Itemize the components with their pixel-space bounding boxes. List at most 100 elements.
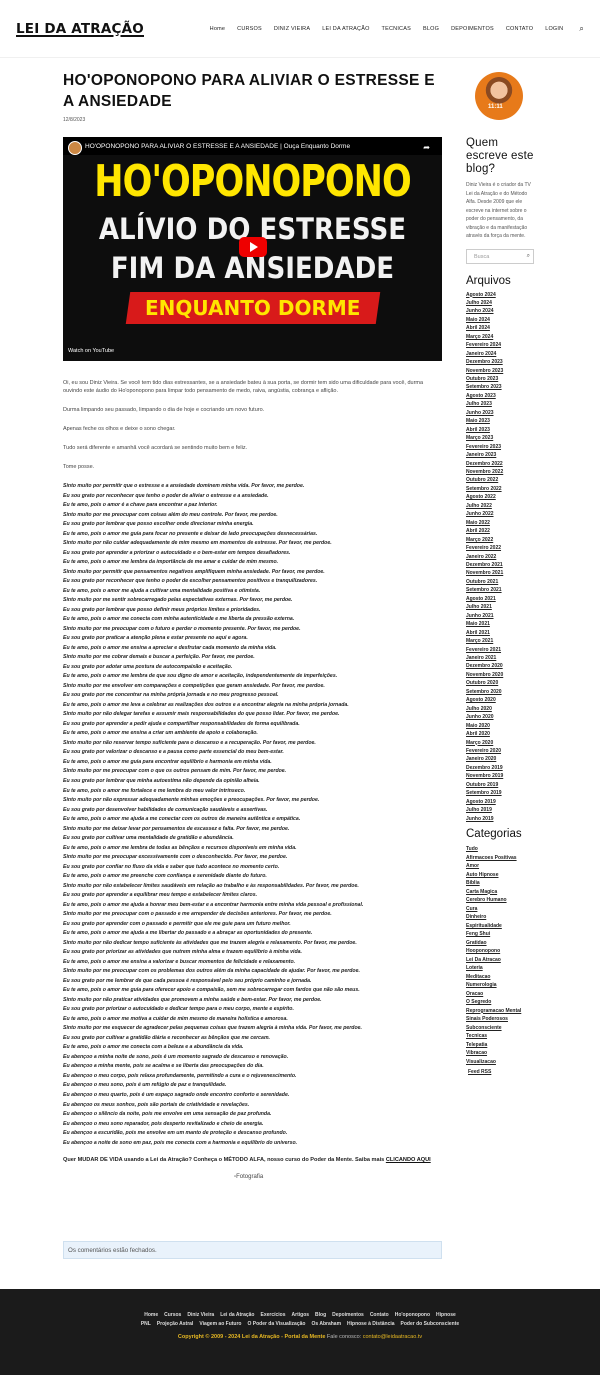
archive-link[interactable]: Agosto 2022: [466, 493, 534, 501]
footer-link[interactable]: Cursos: [164, 1312, 181, 1318]
archive-link[interactable]: Fevereiro 2024: [466, 341, 534, 349]
archive-link[interactable]: Setembro 2022: [466, 485, 534, 493]
footer-link[interactable]: Hipnose à Distância: [347, 1321, 395, 1327]
contact-email-link[interactable]: contato@leidaatracao.tv: [363, 1334, 422, 1340]
category-link[interactable]: Bíblia: [466, 879, 534, 888]
footer-link[interactable]: Lei da Atração: [220, 1312, 254, 1318]
archive-link[interactable]: Dezembro 2020: [466, 662, 534, 670]
nav-tecnicas[interactable]: TECNICAS: [382, 26, 411, 32]
category-link[interactable]: Vibracao: [466, 1049, 534, 1058]
archive-link[interactable]: Outubro 2019: [466, 781, 534, 789]
category-link[interactable]: Gratidao: [466, 939, 534, 948]
category-link[interactable]: Reprogramacao Mental: [466, 1007, 534, 1016]
sidebar-search-input[interactable]: Busca ⌕: [466, 248, 534, 264]
nav-lei-da-atracao[interactable]: LEI DA ATRAÇÃO: [322, 26, 369, 32]
footer-link[interactable]: O Poder da Visualização: [247, 1321, 305, 1327]
nav-contato[interactable]: CONTATO: [506, 26, 533, 32]
archive-link[interactable]: Junho 2024: [466, 307, 534, 315]
archive-link[interactable]: Junho 2022: [466, 510, 534, 518]
archive-link[interactable]: Julho 2021: [466, 603, 534, 611]
archive-link[interactable]: Março 2021: [466, 637, 534, 645]
category-link[interactable]: Espiritualidade: [466, 922, 534, 931]
archive-link[interactable]: Janeiro 2020: [466, 755, 534, 763]
archive-link[interactable]: Dezembro 2021: [466, 561, 534, 569]
archive-link[interactable]: Dezembro 2022: [466, 460, 534, 468]
archive-link[interactable]: Novembro 2019: [466, 772, 534, 780]
archive-link[interactable]: Outubro 2020: [466, 679, 534, 687]
category-link[interactable]: Dinheiro: [466, 913, 534, 922]
archive-link[interactable]: Dezembro 2019: [466, 764, 534, 772]
category-link[interactable]: Visualizacao: [466, 1058, 534, 1067]
category-link[interactable]: Subconsciente: [466, 1024, 534, 1033]
archive-link[interactable]: Junho 2020: [466, 713, 534, 721]
archive-link[interactable]: Março 2023: [466, 434, 534, 442]
search-icon[interactable]: ⌕: [527, 253, 530, 260]
archive-link[interactable]: Junho 2021: [466, 612, 534, 620]
footer-link[interactable]: Home: [144, 1312, 158, 1318]
footer-link[interactable]: Artigos: [292, 1312, 310, 1318]
archive-link[interactable]: Julho 2020: [466, 705, 534, 713]
video-thumbnail[interactable]: HO'OPONOPONO ALÍVIO DO ESTRESSE FIM DA A…: [63, 155, 442, 361]
archive-link[interactable]: Julho 2023: [466, 400, 534, 408]
archive-link[interactable]: Janeiro 2024: [466, 350, 534, 358]
archive-link[interactable]: Fevereiro 2021: [466, 646, 534, 654]
category-link[interactable]: Carta Magica: [466, 888, 534, 897]
archive-link[interactable]: Janeiro 2021: [466, 654, 534, 662]
category-link[interactable]: Afirmacoes Positivas: [466, 854, 534, 863]
footer-link[interactable]: Hipnose: [436, 1312, 456, 1318]
category-link[interactable]: Loteria: [466, 964, 534, 973]
category-link[interactable]: Amor: [466, 862, 534, 871]
archive-link[interactable]: Agosto 2020: [466, 696, 534, 704]
archive-link[interactable]: Abril 2021: [466, 629, 534, 637]
archive-link[interactable]: Abril 2023: [466, 426, 534, 434]
archive-link[interactable]: Maio 2022: [466, 519, 534, 527]
category-link[interactable]: Cerebro Humano: [466, 896, 534, 905]
archive-link[interactable]: Agosto 2024: [466, 291, 534, 299]
archive-link[interactable]: Novembro 2020: [466, 671, 534, 679]
category-link[interactable]: O Segredo: [466, 998, 534, 1007]
footer-link[interactable]: Projeção Astral: [157, 1321, 194, 1327]
archive-link[interactable]: Abril 2020: [466, 730, 534, 738]
archive-link[interactable]: Abril 2022: [466, 527, 534, 535]
archive-link[interactable]: Maio 2021: [466, 620, 534, 628]
archive-link[interactable]: Fevereiro 2023: [466, 443, 534, 451]
archive-link[interactable]: Março 2020: [466, 739, 534, 747]
site-logo[interactable]: LEI DA ATRAÇÃO: [16, 21, 144, 37]
archive-link[interactable]: Novembro 2023: [466, 367, 534, 375]
archive-link[interactable]: Julho 2022: [466, 502, 534, 510]
archive-link[interactable]: Fevereiro 2022: [466, 544, 534, 552]
category-link[interactable]: Telepatia: [466, 1041, 534, 1050]
archive-link[interactable]: Novembro 2021: [466, 569, 534, 577]
footer-link[interactable]: Os Abraham: [311, 1321, 341, 1327]
archive-link[interactable]: Setembro 2021: [466, 586, 534, 594]
archive-link[interactable]: Maio 2024: [466, 316, 534, 324]
nav-home[interactable]: Home: [210, 26, 225, 32]
footer-link[interactable]: Diniz Vieira: [187, 1312, 214, 1318]
footer-link[interactable]: Poder do Subconsciente: [401, 1321, 460, 1327]
footer-link[interactable]: Exercícios: [261, 1312, 286, 1318]
archive-link[interactable]: Março 2024: [466, 333, 534, 341]
category-link[interactable]: Meditacao: [466, 973, 534, 982]
feed-rss-link[interactable]: Feed RSS: [468, 1069, 534, 1075]
archive-link[interactable]: Julho 2024: [466, 299, 534, 307]
archive-link[interactable]: Agosto 2019: [466, 798, 534, 806]
category-link[interactable]: Tudo: [466, 845, 534, 854]
category-link[interactable]: Hooponopono: [466, 947, 534, 956]
watch-on-youtube[interactable]: Watch on YouTube: [68, 348, 114, 354]
footer-link[interactable]: Depoimentos: [332, 1312, 364, 1318]
archive-link[interactable]: Julho 2019: [466, 806, 534, 814]
play-button-icon[interactable]: [239, 237, 267, 257]
footer-link[interactable]: Blog: [315, 1312, 326, 1318]
nav-cursos[interactable]: CURSOS: [237, 26, 262, 32]
category-link[interactable]: Cura: [466, 905, 534, 914]
footer-link[interactable]: Contato: [370, 1312, 389, 1318]
category-link[interactable]: Sinais Poderosos: [466, 1015, 534, 1024]
archive-link[interactable]: Abril 2024: [466, 324, 534, 332]
category-link[interactable]: Oracao: [466, 990, 534, 999]
category-link[interactable]: Lei Da Atracao: [466, 956, 534, 965]
nav-diniz-vieira[interactable]: DINIZ VIEIRA: [274, 26, 310, 32]
archive-link[interactable]: Setembro 2023: [466, 383, 534, 391]
archive-link[interactable]: Novembro 2022: [466, 468, 534, 476]
footer-link[interactable]: Viagem ao Futuro: [199, 1321, 241, 1327]
archive-link[interactable]: Outubro 2023: [466, 375, 534, 383]
